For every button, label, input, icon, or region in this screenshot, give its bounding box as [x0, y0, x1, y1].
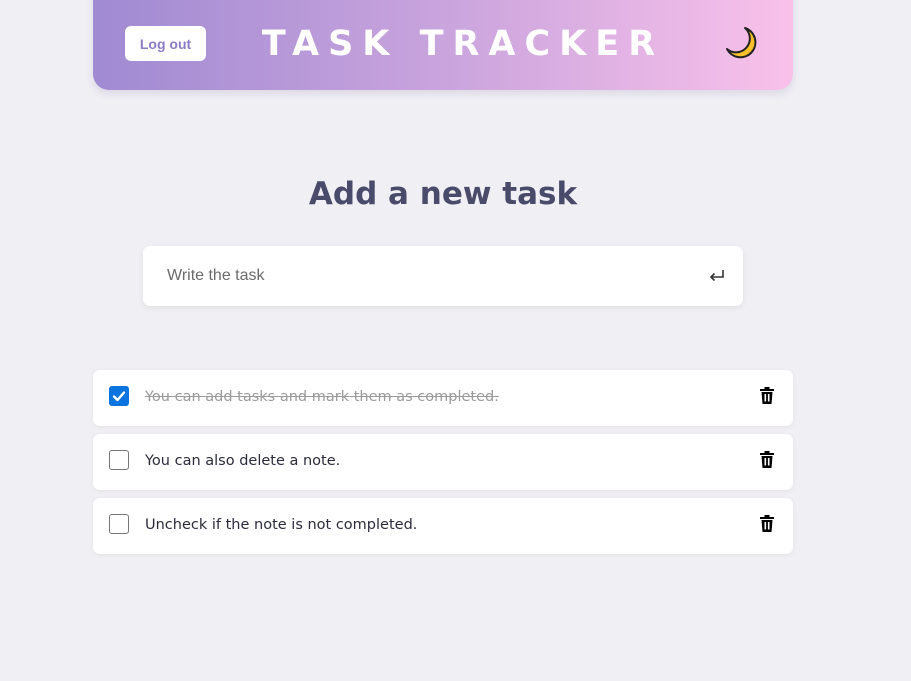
task-list: You can add tasks and mark them as compl… [93, 370, 793, 562]
task-item: You can add tasks and mark them as compl… [93, 370, 793, 426]
task-text: Uncheck if the note is not completed. [145, 517, 418, 533]
task-checkbox[interactable] [109, 450, 129, 470]
app-title: TASK TRACKER [261, 24, 665, 64]
task-checkbox[interactable] [109, 386, 129, 406]
trash-icon[interactable] [759, 451, 775, 469]
task-input[interactable] [143, 246, 743, 306]
enter-icon[interactable] [708, 267, 726, 285]
moon-icon [723, 25, 759, 65]
app-header: Log out TASK TRACKER [93, 0, 793, 90]
theme-toggle-button[interactable] [719, 25, 763, 65]
task-input-container [143, 246, 743, 306]
task-item: You can also delete a note. [93, 434, 793, 490]
trash-icon[interactable] [759, 387, 775, 405]
task-text: You can add tasks and mark them as compl… [145, 389, 499, 405]
task-item: Uncheck if the note is not completed. [93, 498, 793, 554]
task-text: You can also delete a note. [145, 453, 341, 469]
app-page: Log out TASK TRACKER Add a new task Writ… [0, 0, 911, 681]
add-task-heading: Add a new task [308, 176, 578, 212]
trash-icon[interactable] [759, 515, 775, 533]
logout-button[interactable]: Log out [125, 26, 206, 61]
task-checkbox[interactable] [109, 514, 129, 534]
